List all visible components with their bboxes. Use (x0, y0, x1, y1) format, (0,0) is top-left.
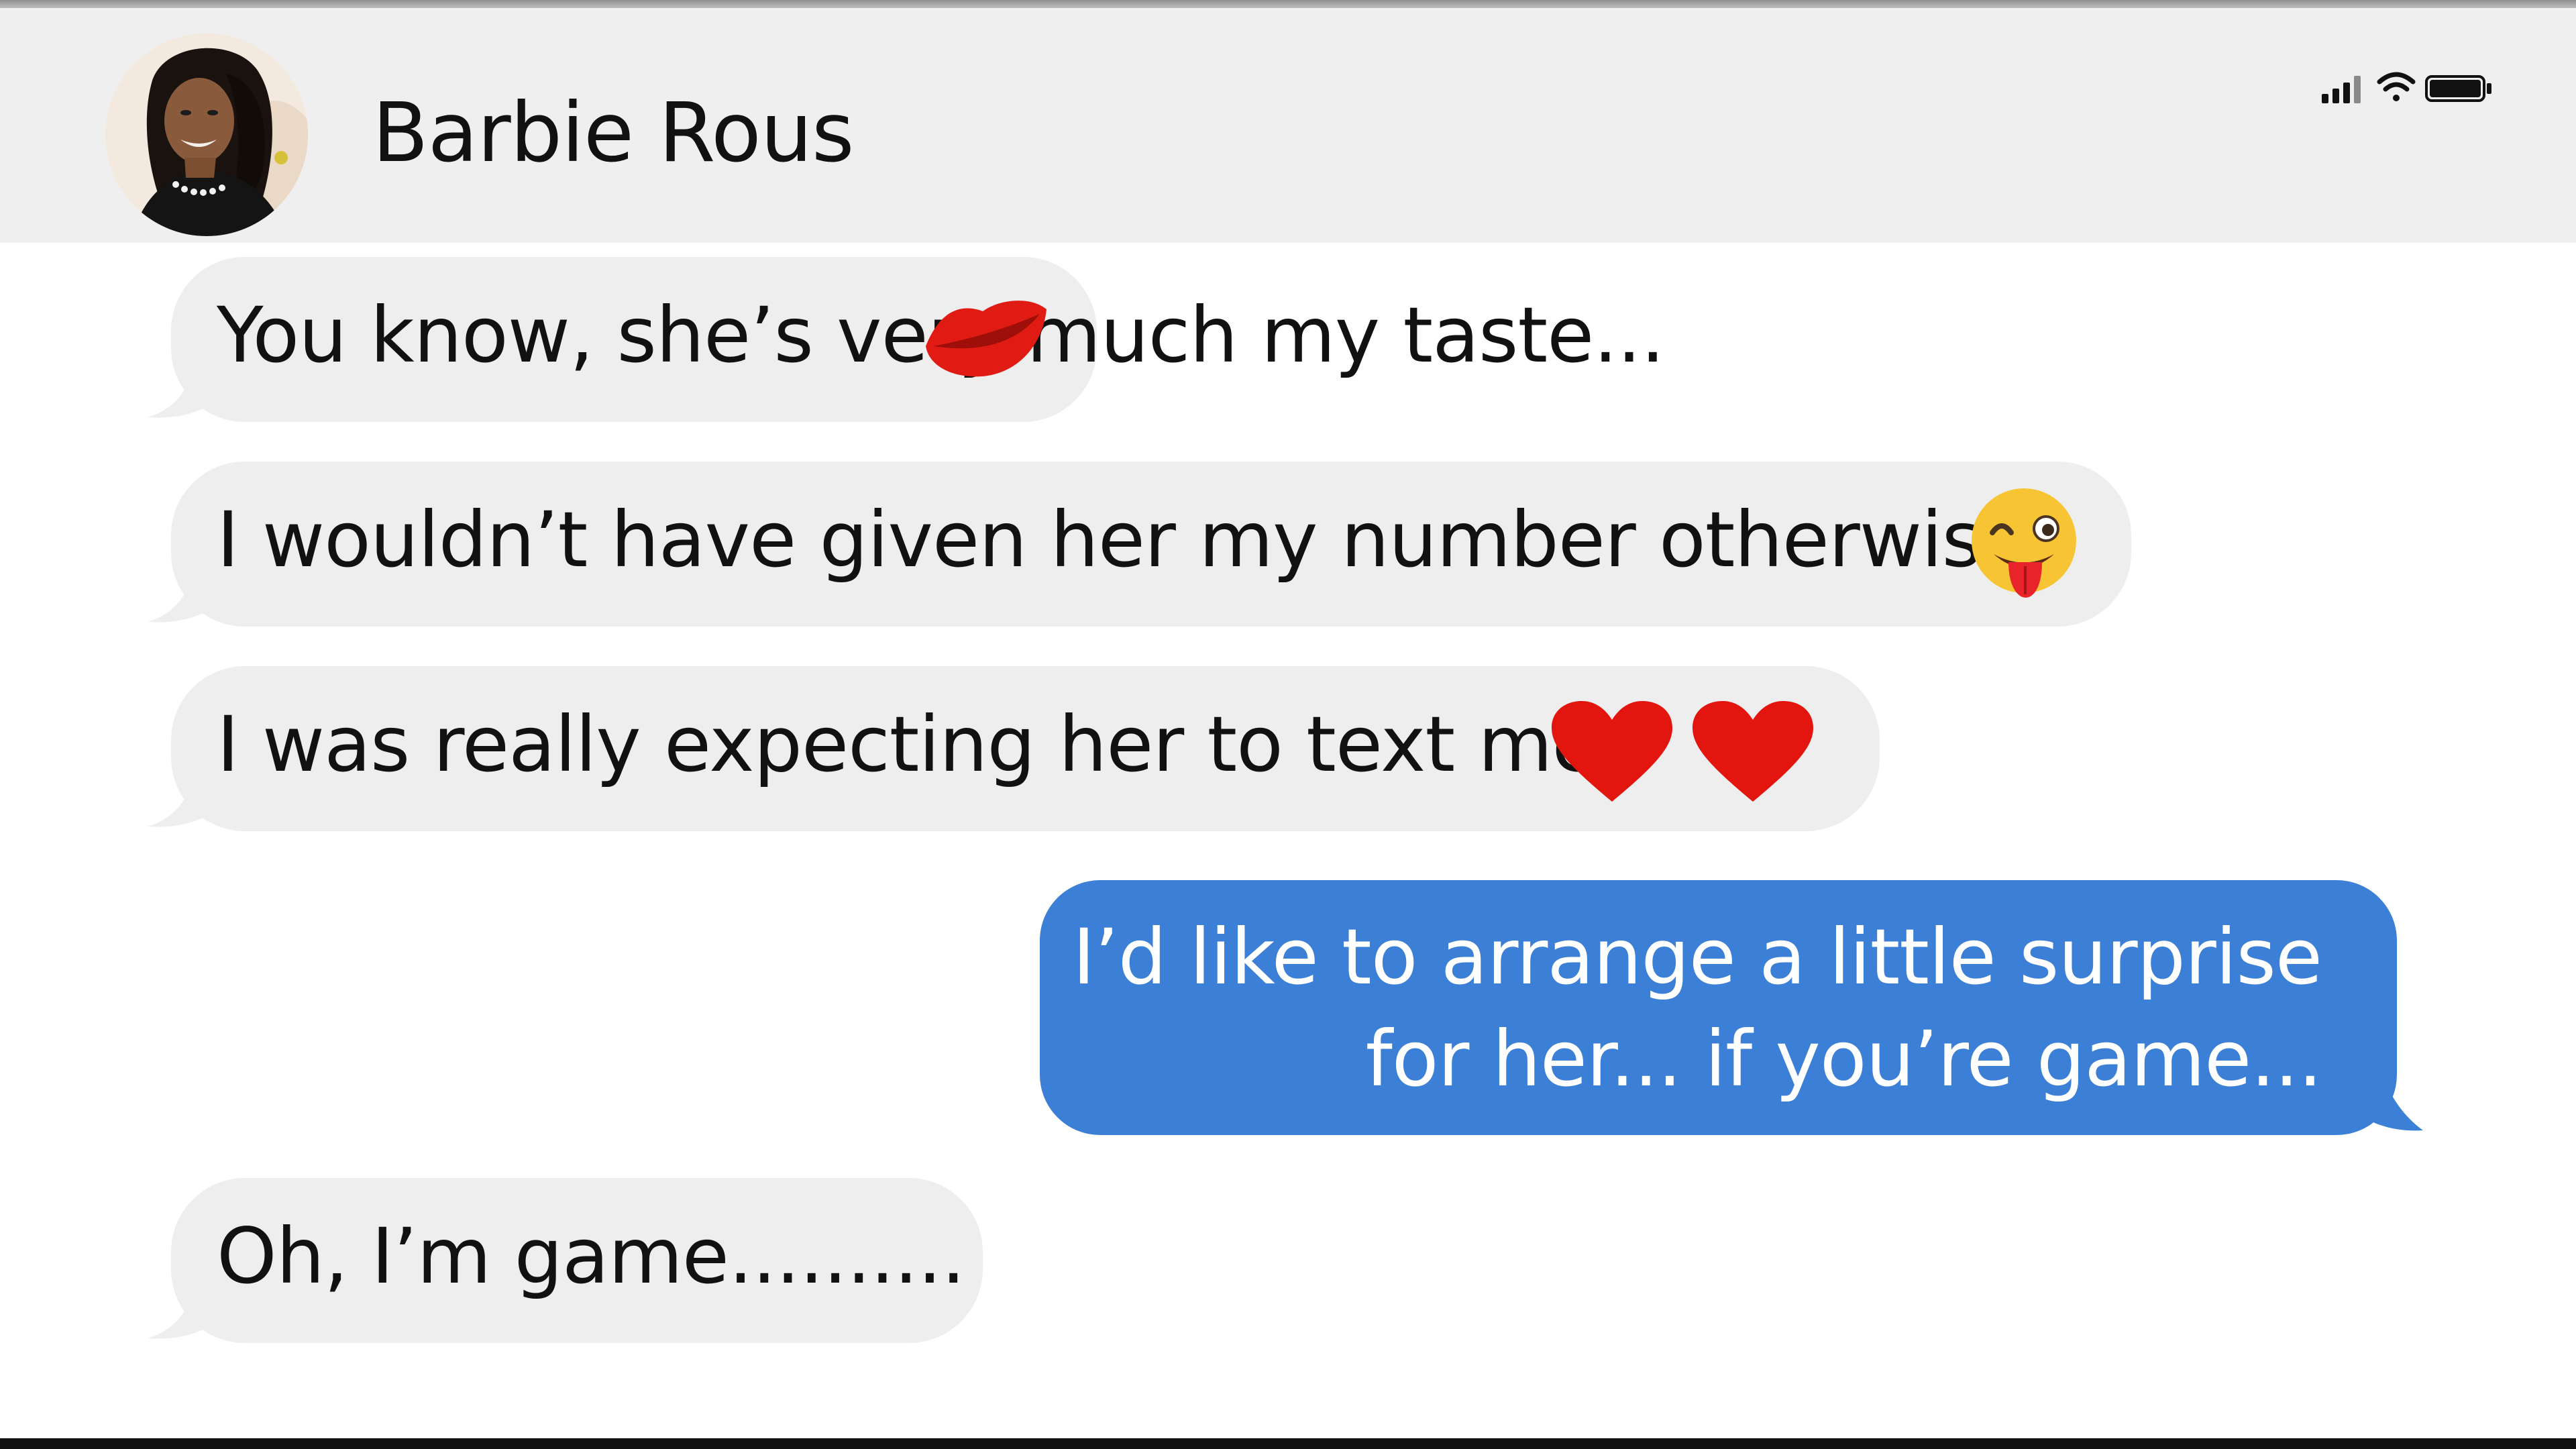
message-text: Oh, I’m game.......... (217, 1212, 965, 1301)
contact-name: Barbie Rous (372, 85, 855, 180)
message-text-line-1: I’d like to arrange a little surprise (1072, 912, 2322, 1002)
outgoing-message[interactable]: I’d like to arrange a little surprise fo… (1040, 880, 2397, 1135)
red-heart-icon (1693, 701, 1813, 802)
cellular-signal-icon (2322, 76, 2361, 103)
message-text: I was really expecting her to text me (217, 700, 1599, 789)
winking-face-with-tongue-icon (1972, 488, 2076, 598)
incoming-message[interactable]: You know, she’s very much my taste... (171, 257, 1665, 422)
wifi-icon (2377, 72, 2416, 101)
battery-icon (2425, 75, 2491, 102)
message-text-line-2: for her... if you’re game... (1365, 1014, 2322, 1104)
avatar[interactable] (105, 34, 308, 236)
red-heart-icon (1552, 701, 1672, 802)
bottom-bezel (0, 1438, 2576, 1449)
incoming-message[interactable]: I wouldn’t have given her my number othe… (171, 462, 2131, 627)
incoming-message[interactable]: Oh, I’m game.......... (171, 1178, 983, 1343)
top-bezel (0, 0, 2576, 8)
status-bar (2322, 72, 2491, 103)
kiss-mark-icon (926, 301, 1046, 377)
message-text: I wouldn’t have given her my number othe… (217, 495, 2028, 584)
incoming-message[interactable]: I was really expecting her to text me (171, 666, 1880, 831)
chat-header: Barbie Rous (0, 8, 2576, 243)
chat-screen: Barbie Rous You know, she’s very much my… (0, 0, 2576, 1449)
